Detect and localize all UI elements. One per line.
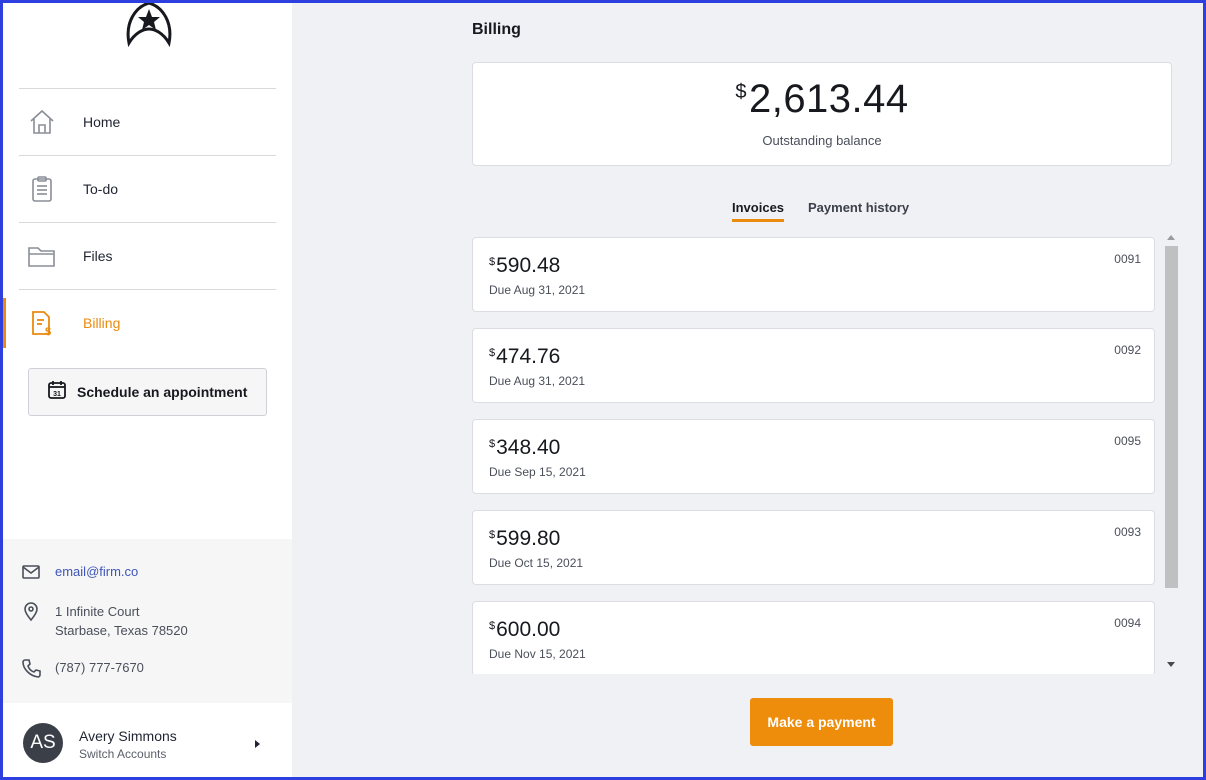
avatar: AS — [23, 723, 63, 763]
schedule-appointment-label: Schedule an appointment — [77, 384, 248, 400]
sidebar-item-todo[interactable]: To-do — [19, 155, 276, 222]
invoice-amount: $590.48 — [489, 254, 560, 278]
invoice-amount: $600.00 — [489, 618, 560, 642]
location-pin-icon — [21, 602, 43, 624]
house-icon — [27, 107, 57, 137]
balance-label: Outstanding balance — [762, 133, 882, 148]
invoice-due-date: Due Oct 15, 2021 — [489, 556, 584, 570]
currency-symbol: $ — [489, 438, 496, 450]
phone-icon — [21, 658, 43, 680]
currency-symbol: $ — [489, 347, 496, 359]
tab-invoices[interactable]: Invoices — [732, 200, 785, 222]
invoice-card[interactable]: $599.80 Due Oct 15, 2021 0093 — [472, 510, 1155, 585]
invoice-card[interactable]: $474.76 Due Aug 31, 2021 0092 — [472, 328, 1155, 403]
make-payment-button[interactable]: Make a payment — [750, 698, 893, 746]
balance-card: $2,613.44 Outstanding balance — [472, 62, 1172, 166]
svg-text:$: $ — [45, 326, 51, 337]
invoice-card[interactable]: $600.00 Due Nov 15, 2021 0094 — [472, 601, 1155, 674]
sidebar-item-label: Billing — [83, 315, 121, 331]
account-switcher[interactable]: AS Avery Simmons Switch Accounts — [3, 703, 292, 777]
schedule-appointment-button[interactable]: 31 Schedule an appointment — [28, 368, 267, 416]
sidebar-item-label: Home — [83, 114, 121, 130]
sidebar-item-billing[interactable]: $ Billing — [3, 289, 276, 356]
invoice-list-scrollbar[interactable] — [1163, 232, 1179, 674]
invoice-number: 0093 — [1114, 525, 1141, 539]
scroll-down-arrow-icon[interactable] — [1167, 662, 1175, 667]
scroll-up-arrow-icon[interactable] — [1167, 235, 1175, 240]
sidebar-item-label: To-do — [83, 181, 119, 197]
invoice-card[interactable]: $348.40 Due Sep 15, 2021 0095 — [472, 419, 1155, 494]
currency-symbol: $ — [489, 620, 496, 632]
user-name: Avery Simmons — [79, 728, 177, 744]
sidebar: Home To-do Files $ Billing 31 Schedule a… — [3, 1, 292, 777]
invoice-value: 348.40 — [496, 436, 561, 459]
contact-email-row: email@firm.co — [21, 562, 138, 584]
invoice-due-date: Due Nov 15, 2021 — [489, 647, 586, 661]
contact-phone-row: (787) 777-7670 — [21, 658, 144, 680]
billing-document-icon: $ — [27, 308, 57, 338]
scrollbar-thumb[interactable] — [1165, 246, 1178, 588]
mail-icon — [21, 562, 43, 584]
invoice-amount: $474.76 — [489, 345, 560, 369]
contact-address-row: 1 Infinite Court Starbase, Texas 78520 — [21, 602, 188, 640]
balance-amount: $2,613.44 — [473, 77, 1171, 122]
invoice-due-date: Due Aug 31, 2021 — [489, 374, 586, 388]
address-line-1: 1 Infinite Court — [55, 604, 140, 619]
currency-symbol: $ — [489, 256, 496, 268]
invoice-list: $590.48 Due Aug 31, 2021 0091 $474.76 Du… — [472, 237, 1172, 674]
invoice-value: 474.76 — [496, 345, 561, 368]
invoice-number: 0091 — [1114, 252, 1141, 266]
calendar-icon: 31 — [47, 380, 67, 405]
sidebar-item-files[interactable]: Files — [19, 222, 276, 289]
contact-info: email@firm.co 1 Infinite Court Starbase,… — [3, 539, 292, 703]
currency-symbol: $ — [489, 529, 496, 541]
invoice-value: 599.80 — [496, 527, 561, 550]
starfleet-logo[interactable] — [121, 1, 177, 48]
contact-address: 1 Infinite Court Starbase, Texas 78520 — [55, 602, 188, 640]
invoice-due-date: Due Sep 15, 2021 — [489, 465, 586, 479]
contact-phone[interactable]: (787) 777-7670 — [55, 658, 144, 680]
svg-text:31: 31 — [53, 391, 61, 398]
active-indicator — [3, 298, 6, 348]
folder-icon — [27, 241, 57, 271]
invoice-value: 590.48 — [496, 254, 561, 277]
switch-accounts-label: Switch Accounts — [79, 747, 167, 761]
invoice-due-date: Due Aug 31, 2021 — [489, 283, 586, 297]
sidebar-item-home[interactable]: Home — [19, 88, 276, 155]
tab-payment-history[interactable]: Payment history — [808, 200, 909, 219]
invoice-number: 0092 — [1114, 343, 1141, 357]
caret-right-icon — [255, 740, 260, 748]
sidebar-item-label: Files — [83, 248, 113, 264]
invoice-value: 600.00 — [496, 618, 561, 641]
clipboard-icon — [27, 174, 57, 204]
invoice-number: 0094 — [1114, 616, 1141, 630]
invoice-amount: $348.40 — [489, 436, 560, 460]
sidebar-nav: Home To-do Files $ Billing — [3, 88, 276, 356]
address-line-2: Starbase, Texas 78520 — [55, 623, 188, 638]
contact-email-link[interactable]: email@firm.co — [55, 562, 138, 584]
invoice-number: 0095 — [1114, 434, 1141, 448]
balance-value: 2,613.44 — [748, 77, 909, 121]
invoice-amount: $599.80 — [489, 527, 560, 551]
currency-symbol: $ — [735, 81, 747, 103]
page-title: Billing — [472, 21, 521, 38]
invoice-card[interactable]: $590.48 Due Aug 31, 2021 0091 — [472, 237, 1155, 312]
